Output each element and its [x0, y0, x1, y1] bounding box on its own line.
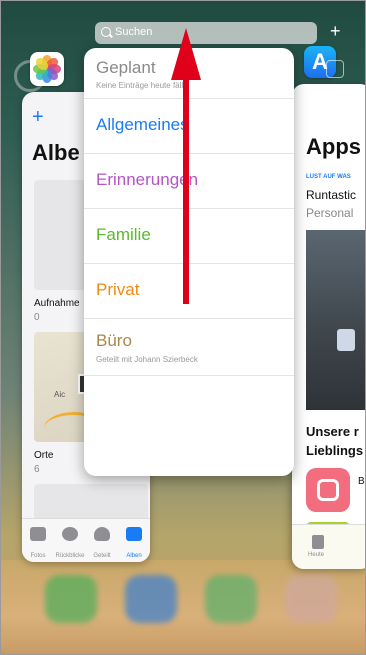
dock-app-blur [205, 575, 257, 623]
search-icon [101, 27, 111, 37]
add-album-icon: + [32, 106, 44, 128]
arrow-up-icon [171, 28, 201, 80]
tab-alben[interactable]: Alben [118, 519, 150, 562]
tab-rueckblicke[interactable]: Rückblicke [54, 519, 86, 562]
photos-app-icon[interactable] [30, 52, 64, 86]
app-icon[interactable] [306, 468, 350, 512]
screen-mirror-icon [326, 60, 344, 78]
photos-page-title: Albe [32, 140, 80, 165]
feature-image[interactable] [306, 230, 366, 410]
today-icon [312, 535, 324, 549]
album-count: 6 [34, 464, 40, 475]
appstore-page-title: Apps [306, 134, 361, 159]
map-label: Aic [54, 390, 66, 399]
cloud-icon [94, 527, 110, 541]
swipe-up-arrow [183, 64, 189, 304]
reminder-list-familie[interactable]: Familie [84, 209, 294, 264]
reminder-list-buero[interactable]: Büro Geteilt mit Johann Szierbeck [84, 319, 294, 376]
tab-geteilt[interactable]: Geteilt [86, 519, 118, 562]
memories-icon [62, 527, 78, 541]
photos-tab-bar: Fotos Rückblicke Geteilt Alben [22, 518, 150, 562]
album-label: Orte [34, 450, 54, 461]
feature-subtitle: Personal [306, 206, 354, 220]
feature-eyebrow: LUST AUF WAS [306, 174, 351, 180]
feature-title: Runtastic [306, 188, 357, 202]
reminders-app-card[interactable]: Geplant Keine Einträge heute fällig Allg… [84, 48, 294, 476]
dock-app-blur [125, 575, 177, 623]
reminder-list-privat[interactable]: Privat [84, 264, 294, 319]
reminder-list-allgemeines[interactable]: Allgemeines [84, 99, 294, 154]
feature-mug-shape [337, 329, 355, 351]
photos-icon [30, 527, 46, 541]
reminder-list-erinnerungen[interactable]: Erinnerungen [84, 154, 294, 209]
dock-app-blur [45, 575, 97, 623]
tab-fotos[interactable]: Fotos [22, 519, 54, 562]
search-placeholder: Suchen [115, 26, 153, 38]
albums-icon [126, 527, 142, 541]
dock-app-blur [285, 575, 337, 623]
album-count: 0 [34, 312, 40, 323]
add-icon[interactable]: + [330, 22, 341, 40]
app-switcher-screen: + Albe Aufnahme 0 Aic Orte 6 Fotos Rückb… [0, 0, 366, 655]
section-title: Unsere r Lieblings [306, 424, 364, 458]
appstore-tab-bar: Heute [292, 524, 366, 569]
appstore-app-card[interactable]: Apps LUST AUF WAS Runtastic Personal Uns… [292, 84, 366, 569]
album-label: Aufnahme [34, 298, 80, 309]
search-input[interactable]: Suchen [95, 22, 317, 44]
app-name: B [358, 476, 365, 487]
